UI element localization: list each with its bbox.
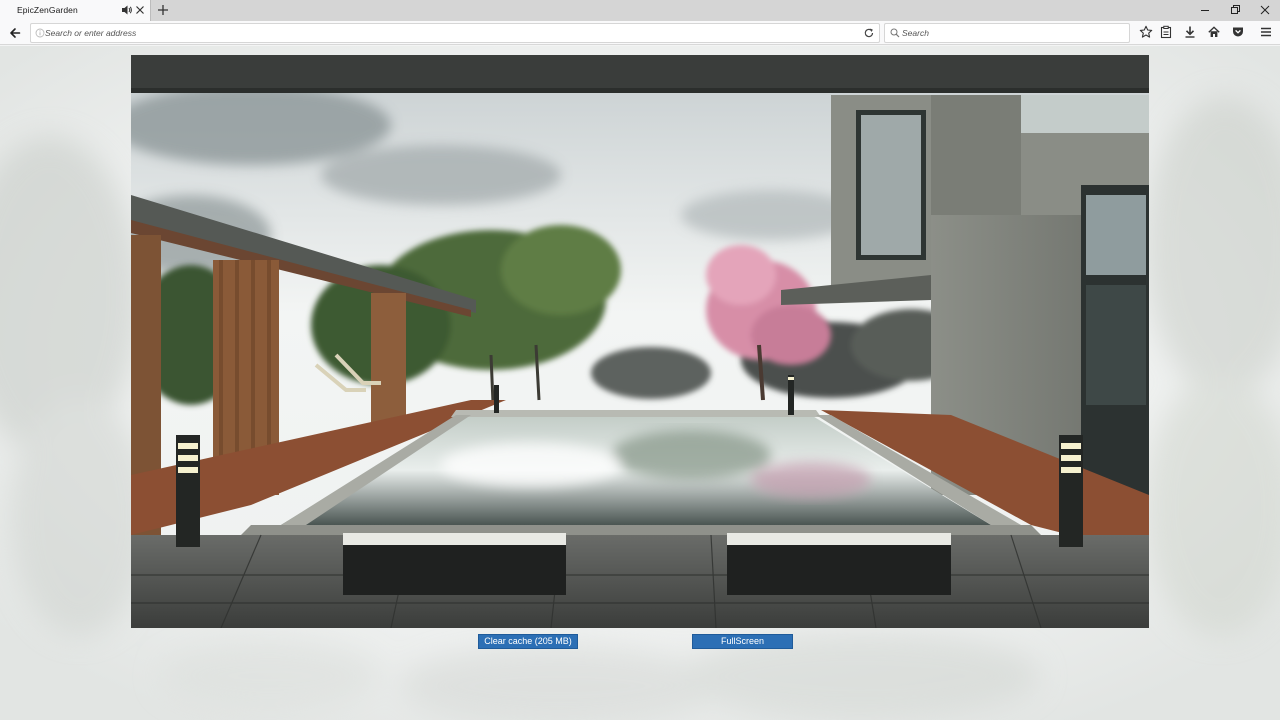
speaker-icon[interactable]	[121, 4, 133, 16]
new-tab-icon[interactable]	[156, 1, 170, 19]
navigation-toolbar	[0, 21, 1280, 45]
clipboard-icon[interactable]	[1159, 25, 1173, 39]
home-icon[interactable]	[1207, 25, 1221, 39]
tab-epiczengarden[interactable]: EpicZenGarden	[0, 0, 151, 21]
search-bar[interactable]	[884, 23, 1130, 43]
address-input[interactable]	[45, 25, 845, 41]
fullscreen-button[interactable]: FullScreen	[692, 634, 793, 649]
webgl-canvas[interactable]	[131, 55, 1149, 628]
tab-strip: EpicZenGarden	[0, 0, 1280, 21]
minimize-icon[interactable]	[1196, 2, 1214, 18]
search-input[interactable]	[902, 25, 1122, 41]
tab-title: EpicZenGarden	[17, 5, 78, 15]
hamburger-menu-icon[interactable]	[1259, 25, 1273, 39]
page-content: Clear cache (205 MB) FullScreen	[0, 46, 1280, 720]
star-icon[interactable]	[1139, 25, 1153, 39]
reload-icon[interactable]	[863, 27, 875, 39]
search-icon	[890, 28, 900, 38]
back-arrow-icon[interactable]	[6, 24, 24, 42]
info-icon[interactable]	[35, 28, 45, 38]
download-icon[interactable]	[1183, 25, 1197, 39]
close-window-icon[interactable]	[1256, 2, 1274, 18]
close-tab-icon[interactable]	[134, 3, 146, 17]
pocket-icon[interactable]	[1231, 25, 1245, 39]
address-bar[interactable]	[30, 23, 880, 43]
restore-icon[interactable]	[1226, 2, 1244, 18]
zen-garden-scene	[131, 55, 1149, 628]
clear-cache-button[interactable]: Clear cache (205 MB)	[478, 634, 578, 649]
